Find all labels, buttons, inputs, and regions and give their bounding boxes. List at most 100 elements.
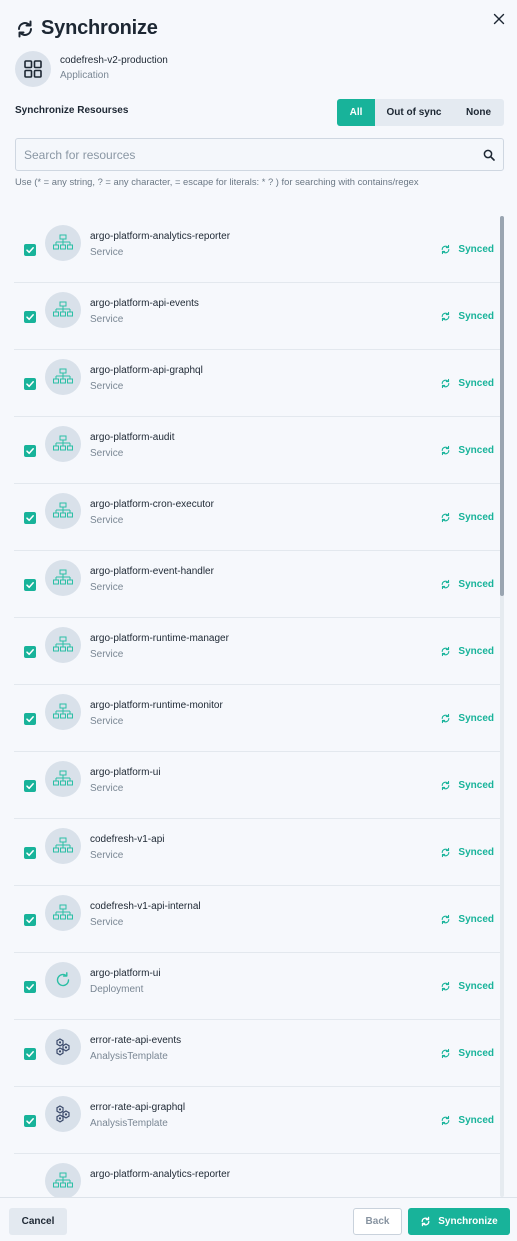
resource-kind: Service: [90, 716, 124, 727]
close-icon[interactable]: [491, 11, 507, 27]
sync-filter-group: All Out of sync None: [337, 99, 504, 126]
resource-row[interactable]: argo-platform-ui Deployment Synced: [14, 953, 500, 1020]
resource-checkbox[interactable]: [24, 1048, 36, 1060]
resource-kind: Service: [90, 582, 124, 593]
resource-row[interactable]: argo-platform-runtime-monitor Service Sync…: [14, 685, 500, 752]
resource-checkbox[interactable]: [24, 445, 36, 457]
synchronize-button-label: Synchronize: [438, 1216, 498, 1227]
resource-name: argo-platform-cron-executor: [90, 499, 214, 510]
resource-checkbox[interactable]: [24, 512, 36, 524]
synchronize-button[interactable]: Synchronize: [408, 1208, 510, 1235]
resource-kind: Service: [90, 247, 124, 258]
dialog-title: Synchronize: [41, 17, 158, 39]
resource-row[interactable]: codefresh-v1-api-internal Service Synced: [14, 886, 500, 953]
resource-row[interactable]: argo-platform-api-events Service Synced: [14, 283, 500, 350]
resource-row[interactable]: error-rate-api-events AnalysisTemplate Syn…: [14, 1020, 500, 1087]
service-icon: [45, 560, 81, 596]
resource-name: codefresh-v1-api: [90, 834, 165, 845]
resource-checkbox[interactable]: [24, 981, 36, 993]
sync-status-label: Synced: [458, 713, 494, 724]
synced-icon: [442, 445, 450, 456]
resource-checkbox[interactable]: [24, 378, 36, 390]
sync-status: Synced: [440, 378, 494, 389]
resource-row[interactable]: argo-platform-event-handler Service Synced: [14, 551, 500, 618]
filter-none-button[interactable]: None: [453, 99, 504, 126]
resource-name: argo-platform-ui: [90, 968, 161, 979]
sync-status: Synced: [440, 713, 494, 724]
search-icon[interactable]: [483, 149, 495, 161]
sync-status-label: Synced: [458, 981, 494, 992]
search-input[interactable]: [24, 139, 474, 170]
scrollbar-thumb[interactable]: [500, 216, 504, 596]
synced-icon: [442, 311, 450, 322]
resource-kind: Service: [90, 783, 124, 794]
sync-status-label: Synced: [458, 579, 494, 590]
resource-checkbox[interactable]: [24, 311, 36, 323]
sync-status-label: Synced: [458, 847, 494, 858]
sync-status-label: Synced: [458, 1115, 494, 1126]
resource-row[interactable]: argo-platform-ui Service Synced: [14, 752, 500, 819]
resource-checkbox[interactable]: [24, 713, 36, 725]
resource-row[interactable]: argo-platform-analytics-reporter Service S…: [14, 216, 500, 283]
sync-status: Synced: [440, 1115, 494, 1126]
resource-kind: Service: [90, 649, 124, 660]
sync-status-label: Synced: [458, 244, 494, 255]
synced-icon: [442, 981, 450, 992]
resource-checkbox[interactable]: [24, 1115, 36, 1127]
sync-status: Synced: [440, 646, 494, 657]
filter-out-of-sync-button[interactable]: Out of sync: [375, 99, 453, 126]
sync-status-label: Synced: [458, 914, 494, 925]
resource-checkbox[interactable]: [24, 646, 36, 658]
sync-status: Synced: [440, 579, 494, 590]
resource-checkbox[interactable]: [24, 847, 36, 859]
resource-kind: Service: [90, 448, 124, 459]
synced-icon: [442, 713, 450, 724]
service-icon: [45, 627, 81, 663]
service-icon: [45, 359, 81, 395]
resource-checkbox[interactable]: [24, 914, 36, 926]
sync-dialog-header: Synchronize codefresh-v2-production Appl…: [0, 0, 517, 200]
sync-status-label: Synced: [458, 780, 494, 791]
sync-status: Synced: [440, 512, 494, 523]
resource-checkbox[interactable]: [24, 579, 36, 591]
filter-all-button[interactable]: All: [337, 99, 375, 126]
application-icon: [15, 51, 51, 87]
resource-kind: Deployment: [90, 984, 144, 995]
resource-row[interactable]: argo-platform-analytics-reporter: [14, 1154, 500, 1197]
resource-checkbox[interactable]: [24, 780, 36, 792]
section-label: Synchronize Resourses: [15, 105, 129, 116]
resource-list-scrollbar[interactable]: [500, 216, 504, 1197]
resource-row[interactable]: codefresh-v1-api Service Synced: [14, 819, 500, 886]
resource-name: argo-platform-event-handler: [90, 566, 214, 577]
search-hint: Use (* = any string, ? = any character, …: [15, 176, 419, 187]
sync-status-label: Synced: [458, 311, 494, 322]
analysis-template-icon: [45, 1029, 81, 1065]
sync-status: Synced: [440, 311, 494, 322]
synced-icon: [442, 1048, 450, 1059]
sync-status: Synced: [440, 1048, 494, 1059]
application-kind: Application: [60, 70, 109, 81]
resource-row[interactable]: argo-platform-api-graphql Service Synced: [14, 350, 500, 417]
back-button[interactable]: Back: [353, 1208, 402, 1235]
resource-name: argo-platform-analytics-reporter: [90, 1169, 231, 1180]
resource-row[interactable]: argo-platform-runtime-manager Service Sync…: [14, 618, 500, 685]
cancel-button[interactable]: Cancel: [9, 1208, 67, 1235]
synced-icon: [442, 579, 450, 590]
resource-list[interactable]: argo-platform-analytics-reporter Service S…: [14, 216, 500, 1197]
resource-row[interactable]: argo-platform-cron-executor Service Synced: [14, 484, 500, 551]
sync-status: Synced: [440, 847, 494, 858]
service-icon: [45, 292, 81, 328]
resource-row[interactable]: error-rate-api-graphql AnalysisTemplate Sy…: [14, 1087, 500, 1154]
resource-kind: Service: [90, 314, 124, 325]
resource-kind: Service: [90, 381, 124, 392]
sync-status-label: Synced: [458, 378, 494, 389]
sync-status: Synced: [440, 981, 494, 992]
resource-name: argo-platform-analytics-reporter: [90, 231, 231, 242]
resource-kind: AnalysisTemplate: [90, 1118, 168, 1129]
resource-name: argo-platform-audit: [90, 432, 175, 443]
service-icon: [45, 828, 81, 864]
resource-checkbox[interactable]: [24, 244, 36, 256]
resource-row[interactable]: argo-platform-audit Service Synced: [14, 417, 500, 484]
service-icon: [45, 225, 81, 261]
sync-status-label: Synced: [458, 1048, 494, 1059]
